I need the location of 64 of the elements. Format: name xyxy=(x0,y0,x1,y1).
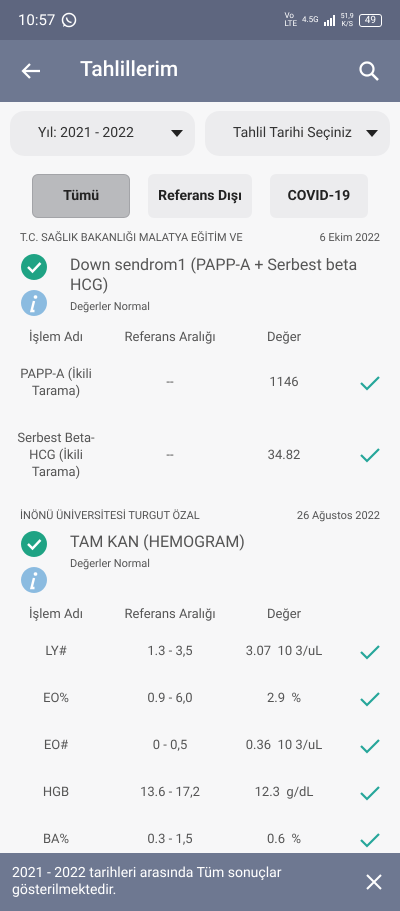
check-icon xyxy=(359,374,381,390)
column-header: Referans Aralığı xyxy=(123,606,217,624)
filter-chip[interactable]: COVID-19 xyxy=(270,174,368,218)
column-header: Değer xyxy=(266,328,302,347)
result-value: 1146 xyxy=(268,374,300,391)
check-icon xyxy=(359,738,381,754)
reference-range: 0 - 0,5 xyxy=(152,737,188,754)
info-icon xyxy=(20,566,48,594)
reference-range: 1.3 - 3,5 xyxy=(146,643,194,660)
network-label: Vo xyxy=(284,12,295,20)
column-header: İşlem Adı xyxy=(28,328,84,347)
test-name: Down sendrom1 (PAPP-A + Serbest beta HCG) xyxy=(70,254,358,294)
reference-range: -- xyxy=(165,446,175,464)
filter-dropdown[interactable]: Yıl: 2021 - 2022 xyxy=(10,111,195,156)
network-label: LTE xyxy=(284,20,297,28)
result-value: 12.3 g/dL xyxy=(254,784,314,801)
test-date: 6 Ekim 2022 xyxy=(319,230,380,246)
test-item-name: BA% xyxy=(42,831,70,848)
column-header: Referans Aralığı xyxy=(123,328,217,347)
check-icon xyxy=(359,784,381,800)
result-value: 0.6 % xyxy=(266,831,302,848)
test-item-name: EO# xyxy=(42,737,70,754)
test-item-name: PAPP-A (İkili Tarama) xyxy=(19,366,93,400)
check-icon xyxy=(359,690,381,706)
test-item-name: Serbest Beta-HCG (İkili Tarama) xyxy=(16,430,96,480)
test-item-name: HGB xyxy=(42,784,70,801)
dropdown-arrow-icon xyxy=(366,130,378,137)
filter-chip[interactable]: Referans Dışı xyxy=(148,174,252,218)
battery-indicator: 49 xyxy=(358,14,382,26)
reference-range: 0.3 - 1,5 xyxy=(146,831,194,848)
close-button[interactable] xyxy=(366,874,382,890)
column-header: İşlem Adı xyxy=(28,606,84,624)
test-item-name: LY# xyxy=(44,643,68,660)
filter-dropdown[interactable]: Tahlil Tarihi Seçiniz xyxy=(205,111,390,156)
check-icon xyxy=(359,644,381,660)
institution-name: İNÖNÜ ÜNİVERSİTESİ TURGUT ÖZAL xyxy=(20,508,200,524)
result-value: 3.07 10 3/uL xyxy=(244,643,324,660)
filter-chip[interactable]: Tümü xyxy=(32,174,130,218)
result-value: 34.82 xyxy=(266,446,302,464)
reference-range: -- xyxy=(165,374,175,391)
snackbar-message: 2021 - 2022 tarihleri arasında Tüm sonuçlar gösterilmektedir. xyxy=(12,865,282,899)
dropdown-arrow-icon xyxy=(171,130,183,137)
institution-name: T.C. SAĞLIK BAKANLIĞI MALATYA EĞİTİM VE xyxy=(20,230,243,246)
result-value: 2.9 % xyxy=(266,690,302,707)
check-icon xyxy=(359,447,381,463)
test-name: TAM KAN (HEMOGRAM) xyxy=(70,532,245,552)
column-header: Değer xyxy=(266,606,302,624)
info-icon xyxy=(20,288,48,316)
test-item-name: EO% xyxy=(42,690,70,707)
chat-icon xyxy=(61,12,78,28)
test-summary: Değerler Normal xyxy=(70,298,151,314)
reference-range: 13.6 - 17,2 xyxy=(139,784,201,801)
signal-label: 4.5G xyxy=(302,14,319,26)
search-button[interactable] xyxy=(358,60,380,82)
check-circle-icon xyxy=(20,530,48,558)
page-title: Tahlillerim xyxy=(80,57,178,84)
signal-icon xyxy=(324,14,336,26)
status-time: 10:57 xyxy=(18,10,56,31)
test-date: 26 Ağustos 2022 xyxy=(296,508,380,524)
check-icon xyxy=(359,832,381,848)
check-circle-icon xyxy=(20,252,48,280)
reference-range: 0.9 - 6,0 xyxy=(146,690,194,707)
result-value: 0.36 10 3/uL xyxy=(244,737,324,754)
test-summary: Değerler Normal xyxy=(70,556,151,572)
